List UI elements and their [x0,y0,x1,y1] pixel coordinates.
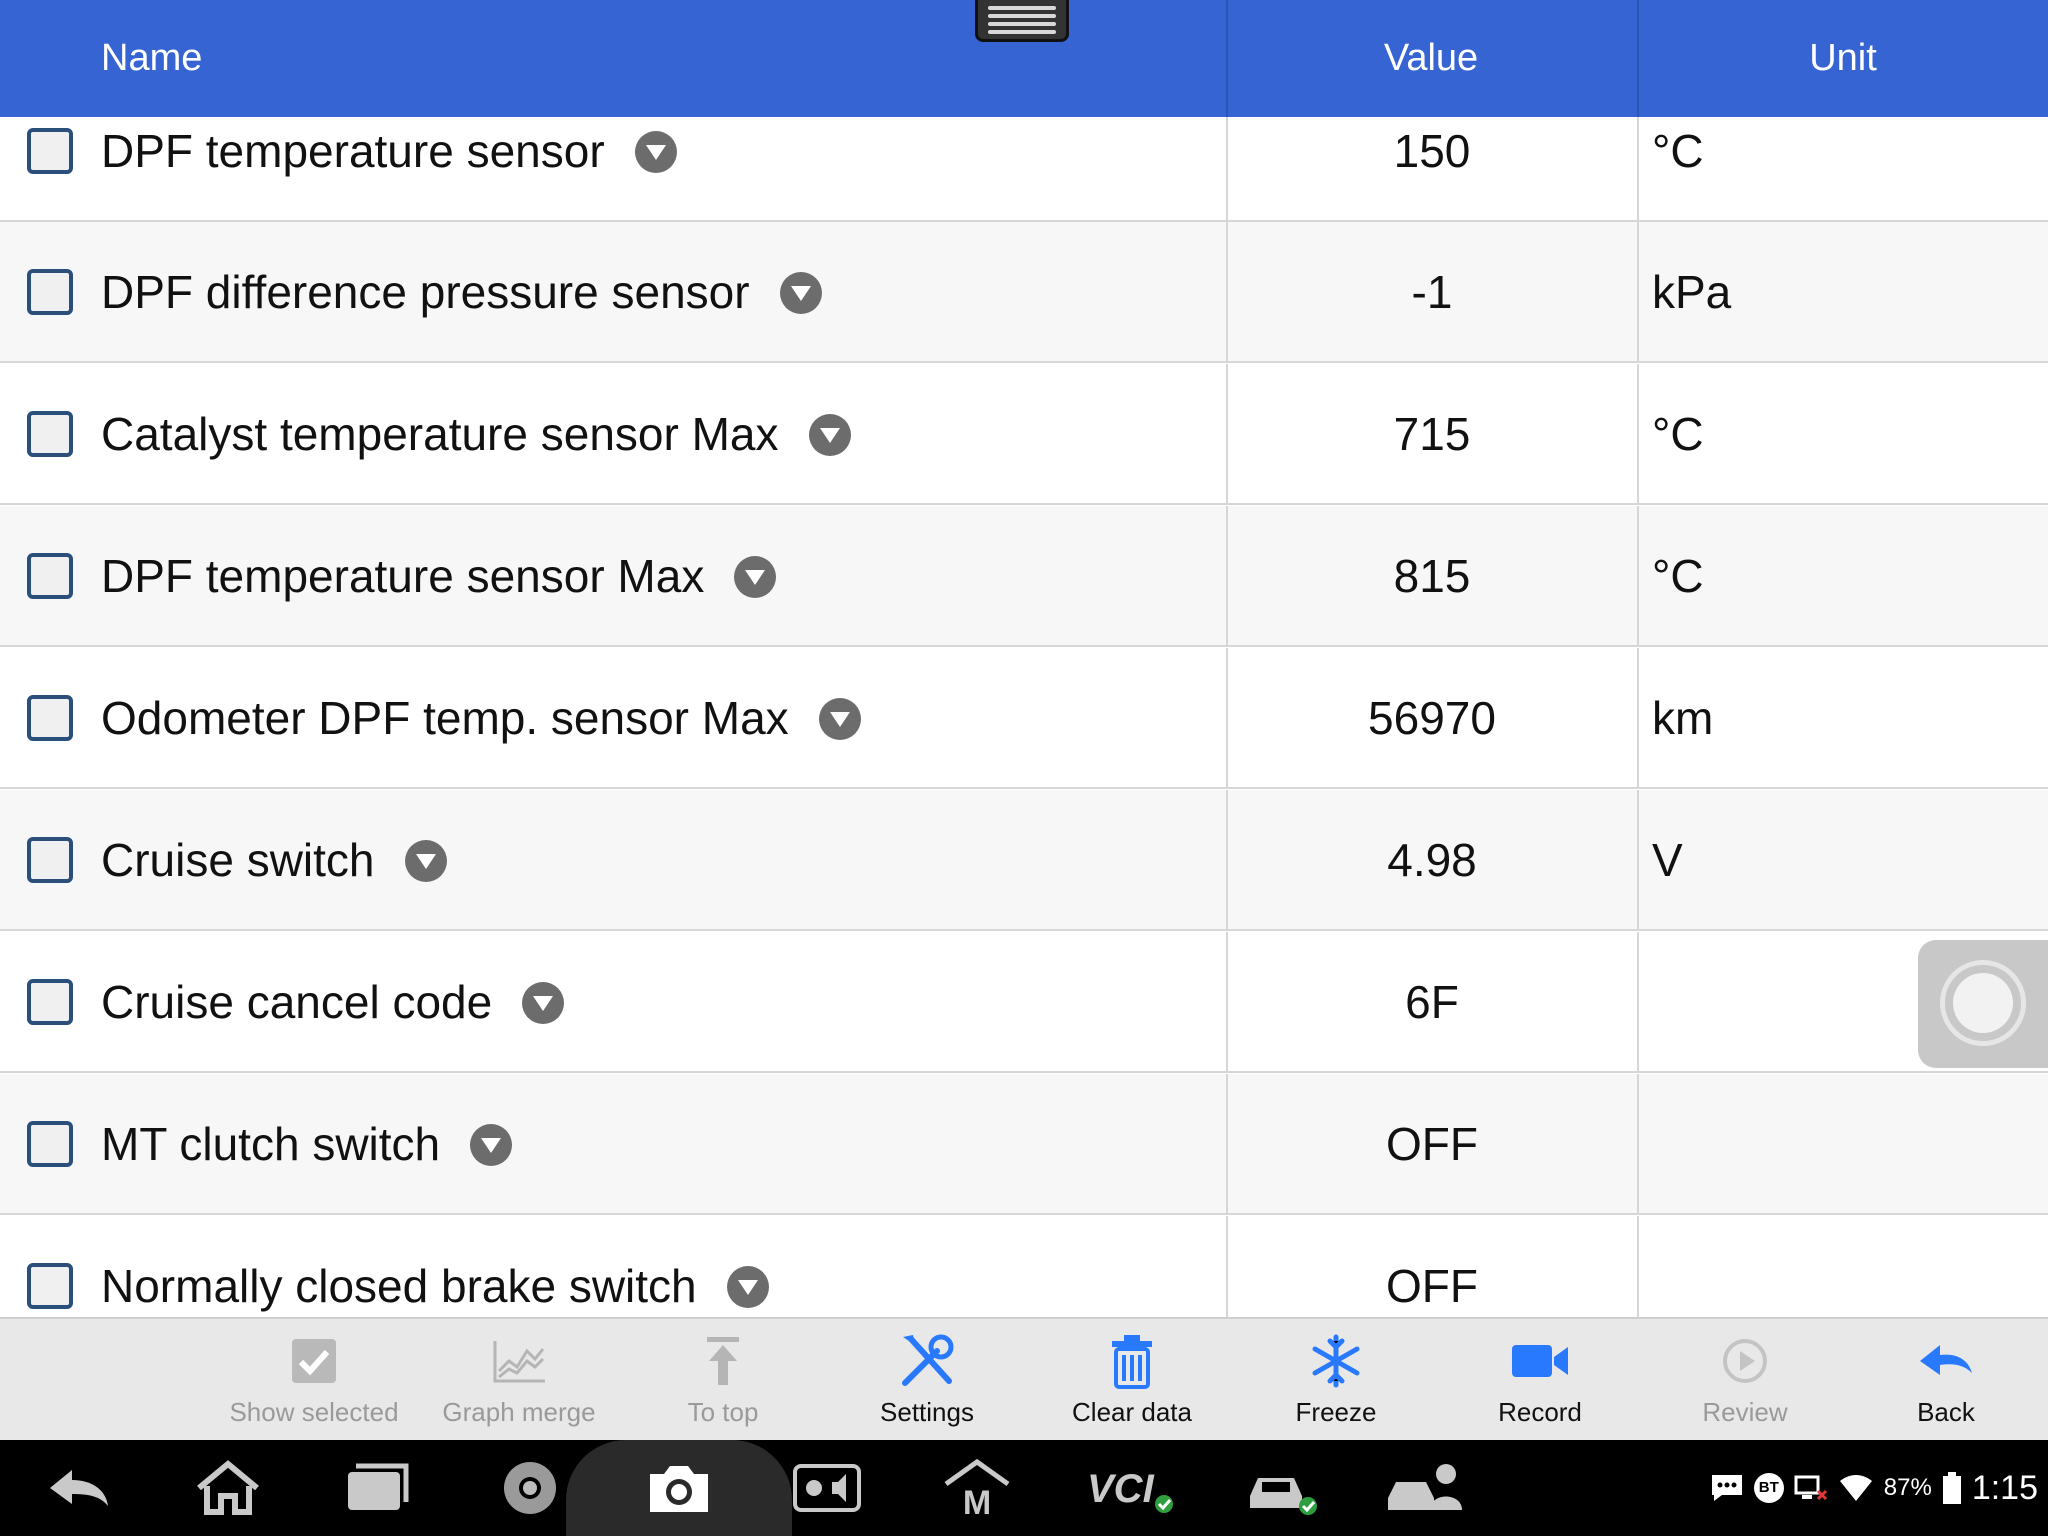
row-name: DPF temperature sensor Max [101,550,705,602]
dropdown-arrow-icon[interactable] [404,839,447,882]
svg-text:M: M [963,1484,991,1518]
battery-level: 87% [1883,1474,1932,1501]
to-top-icon [707,1337,739,1385]
dropdown-arrow-icon[interactable] [818,697,861,740]
table-row[interactable]: Catalyst temperature sensor Max 715 °C [0,364,2048,505]
bluetooth-icon: BT [1753,1473,1784,1503]
row-value: 815 [1393,550,1471,602]
row-unit: V [1652,834,1683,886]
row-name: DPF difference pressure sensor [101,266,750,318]
dropdown-arrow-icon[interactable] [470,1123,513,1166]
back-button[interactable]: Back [1844,1319,2048,1440]
row-value: OFF [1386,1118,1478,1170]
clock: 1:15 [1971,1469,2038,1507]
system-nav-bar: M VCI BT 87% 1:15 [0,1440,2048,1536]
row-name: MT clutch switch [101,1118,441,1170]
trash-icon [1112,1335,1152,1389]
row-checkbox[interactable] [27,127,73,174]
no-network-icon [1794,1475,1827,1501]
row-checkbox[interactable] [27,1262,73,1309]
row-unit: km [1652,692,1714,744]
wifi-icon [1839,1475,1872,1501]
freeze-button[interactable]: Freeze [1234,1319,1438,1440]
data-stream-list[interactable]: DPF temperature sensor 150 °C DPF differ… [0,117,2048,1317]
row-name: DPF temperature sensor [101,125,605,177]
message-icon [1711,1475,1742,1501]
battery-icon [1942,1472,1961,1504]
row-unit: °C [1652,125,1704,177]
table-row[interactable]: Cruise switch 4.98 V [0,790,2048,931]
play-icon [1723,1339,1767,1383]
row-checkbox[interactable] [27,694,73,741]
row-value: -1 [1411,266,1453,318]
assistive-touch-button[interactable] [1918,940,2048,1068]
pull-down-handle[interactable] [975,0,1069,42]
row-name: Cruise cancel code [101,976,493,1028]
checkbox-icon [292,1339,336,1383]
vehicle-connected-icon[interactable] [1244,1458,1324,1518]
table-row[interactable]: DPF temperature sensor Max 815 °C [0,506,2048,647]
brightness-volume-icon[interactable] [792,1458,862,1518]
review-button[interactable]: Review [1643,1319,1847,1440]
row-name: Catalyst temperature sensor Max [101,408,779,460]
bottom-toolbar: Show selected Graph merge To top Setting… [0,1317,2048,1440]
row-checkbox[interactable] [27,1120,73,1167]
row-checkbox[interactable] [27,552,73,599]
dropdown-arrow-icon[interactable] [726,1265,769,1308]
table-row[interactable]: Normally closed brake switch OFF [0,1216,2048,1317]
header-name: Name [101,37,203,79]
table-row[interactable]: DPF temperature sensor 150 °C [0,117,2048,222]
dropdown-arrow-icon[interactable] [522,981,565,1024]
header-unit: Unit [1809,37,1877,79]
table-row[interactable]: Cruise cancel code 6F [0,932,2048,1073]
svg-text:VCI: VCI [1087,1467,1155,1511]
table-header: Name Value Unit [0,0,2048,117]
dropdown-arrow-icon[interactable] [808,413,851,456]
row-unit: °C [1652,408,1704,460]
row-checkbox[interactable] [27,978,73,1025]
graph-merge-button[interactable]: Graph merge [417,1319,621,1440]
table-row[interactable]: Odometer DPF temp. sensor Max 56970 km [0,648,2048,789]
record-button[interactable]: Record [1438,1319,1642,1440]
back-nav-icon[interactable] [44,1458,114,1518]
to-top-button[interactable]: To top [621,1319,825,1440]
recent-apps-icon[interactable] [342,1458,412,1518]
chrome-icon[interactable] [495,1458,565,1518]
camera-icon[interactable] [644,1458,714,1518]
back-arrow-icon [1920,1345,1972,1375]
maxifix-icon[interactable]: M [942,1458,1012,1518]
row-name: Odometer DPF temp. sensor Max [101,692,789,744]
row-value: OFF [1386,1260,1478,1312]
row-checkbox[interactable] [27,268,73,315]
row-value: 56970 [1368,692,1496,744]
table-row[interactable]: MT clutch switch OFF [0,1074,2048,1215]
header-value: Value [1383,37,1479,79]
row-unit: °C [1652,550,1704,602]
row-name: Cruise switch [101,834,375,886]
row-unit: kPa [1652,266,1732,318]
row-checkbox[interactable] [27,836,73,883]
show-selected-button[interactable]: Show selected [212,1319,416,1440]
clear-data-button[interactable]: Clear data [1030,1319,1234,1440]
row-value: 4.98 [1387,834,1477,886]
dropdown-arrow-icon[interactable] [779,271,822,314]
vci-icon[interactable]: VCI [1085,1458,1175,1518]
dropdown-arrow-icon[interactable] [634,130,677,173]
graph-merge-icon [493,1341,545,1383]
row-value: 6F [1405,976,1459,1028]
home-icon[interactable] [193,1458,263,1518]
settings-button[interactable]: Settings [825,1319,1029,1440]
dropdown-arrow-icon[interactable] [734,555,777,598]
snowflake-icon [1312,1334,1360,1388]
row-name: Normally closed brake switch [101,1260,697,1312]
video-camera-icon [1512,1345,1568,1377]
row-checkbox[interactable] [27,410,73,457]
row-value: 150 [1393,125,1471,177]
row-value: 715 [1393,408,1471,460]
table-row[interactable]: DPF difference pressure sensor -1 kPa [0,222,2048,363]
remote-expert-icon[interactable] [1386,1458,1470,1518]
settings-tools-icon [902,1334,954,1386]
status-bar: BT 87% 1:15 [1710,1440,2038,1536]
